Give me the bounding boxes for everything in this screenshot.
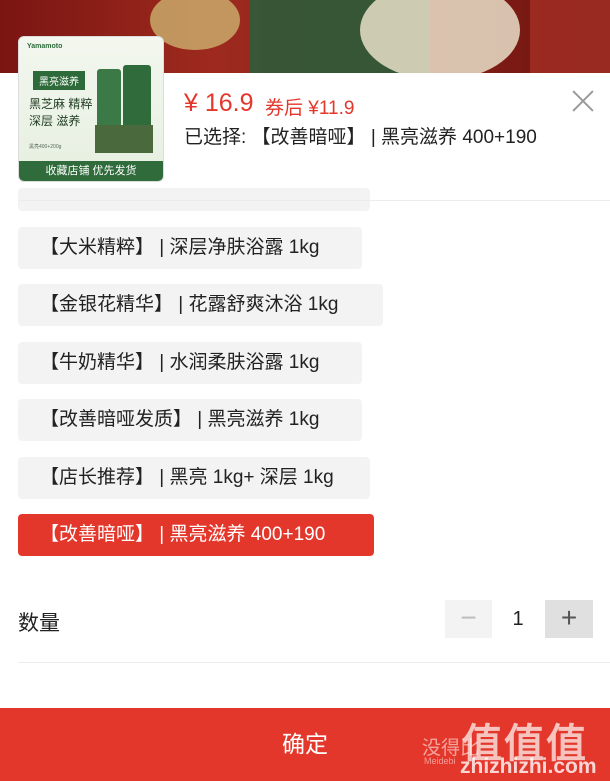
product-bottle-image <box>123 65 151 127</box>
option-shop-recommend[interactable]: 【店长推荐】 | 黑亮 1kg+ 深层 1kg <box>18 457 370 499</box>
price: ¥ 16.9 <box>184 89 254 117</box>
confirm-button[interactable]: 确定 没得比 Meidebi 值值值 zhizhizhi.com <box>0 708 610 781</box>
header-divider <box>18 200 610 201</box>
quantity-decrease-button[interactable]: − <box>445 600 492 638</box>
product-box-image <box>95 125 153 153</box>
option-rice-essence[interactable]: 【大米精粹】 | 深层净肤浴露 1kg <box>18 227 362 269</box>
thumbnail-footer: 收藏店铺 优先发货 <box>19 161 163 181</box>
option-honeysuckle[interactable]: 【金银花精华】 | 花露舒爽沐浴 1kg <box>18 284 383 326</box>
quantity-divider <box>18 662 610 663</box>
banner-decoration <box>530 0 610 75</box>
watermark-site-en: Meidebi <box>424 756 456 766</box>
close-icon[interactable] <box>571 89 595 113</box>
watermark-url: zhizhizhi.com <box>460 755 597 778</box>
thumbnail-small-text: 黑亮400+200g <box>29 144 62 150</box>
banner-decoration <box>360 0 520 75</box>
selected-variant-text: 已选择: 【改善暗哑】 | 黑亮滋养 400+190 <box>184 127 537 148</box>
product-thumbnail[interactable]: Yamamoto 黑亮滋养 黑芝麻 精粹 深层 滋养 黑亮400+200g 收藏… <box>18 36 164 182</box>
option-dull-hair[interactable]: 【改善暗哑发质】 | 黑亮滋养 1kg <box>18 399 362 441</box>
coupon-price: 券后 ¥11.9 <box>265 98 355 119</box>
thumbnail-line2: 深层 滋养 <box>29 114 81 128</box>
quantity-value[interactable]: 1 <box>500 608 536 631</box>
quantity-increase-button[interactable]: + <box>545 600 593 638</box>
product-bottle-image <box>97 69 121 127</box>
thumbnail-brand: Yamamoto <box>27 43 63 50</box>
quantity-label: 数量 <box>18 612 60 635</box>
thumbnail-line1: 黑芝麻 精粹 <box>29 97 93 111</box>
thumbnail-tag: 黑亮滋养 <box>33 71 85 90</box>
option-improve-dullness-selected[interactable]: 【改善暗哑】 | 黑亮滋养 400+190 <box>18 514 374 556</box>
option-milk-essence[interactable]: 【牛奶精华】 | 水润柔肤浴露 1kg <box>18 342 362 384</box>
